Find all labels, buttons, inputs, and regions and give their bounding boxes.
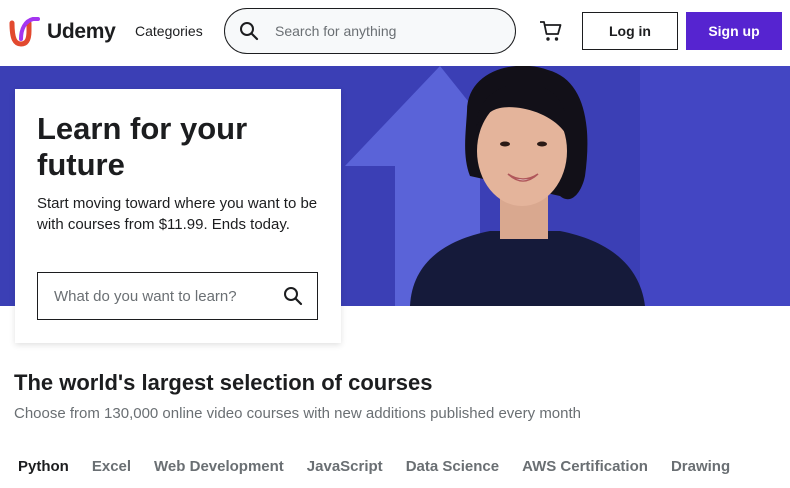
header-search-input[interactable] xyxy=(275,23,495,39)
tab-javascript[interactable]: JavaScript xyxy=(307,458,383,475)
categories-menu[interactable]: Categories xyxy=(135,23,203,39)
login-button[interactable]: Log in xyxy=(582,12,678,50)
cart-icon[interactable] xyxy=(539,19,563,43)
tab-aws-certification[interactable]: AWS Certification xyxy=(522,458,648,475)
section-subtitle: Choose from 130,000 online video courses… xyxy=(14,405,582,422)
search-icon[interactable] xyxy=(239,21,259,41)
signup-button[interactable]: Sign up xyxy=(686,12,782,50)
hero-card: Learn for your future Start moving towar… xyxy=(15,89,341,343)
search-icon[interactable] xyxy=(283,286,303,306)
course-topic-tabs: Python Excel Web Development JavaScript … xyxy=(18,458,730,475)
tab-web-development[interactable]: Web Development xyxy=(154,458,284,475)
tab-data-science[interactable]: Data Science xyxy=(406,458,499,475)
top-nav: Udemy Categories Log in Sign up xyxy=(0,0,790,64)
tab-python[interactable]: Python xyxy=(18,458,69,475)
brand-name: Udemy xyxy=(47,20,116,43)
section-title: The world's largest selection of courses xyxy=(14,370,433,395)
hero-search-input[interactable] xyxy=(54,287,274,305)
udemy-logo-icon xyxy=(9,17,40,47)
hero-search-box[interactable] xyxy=(37,272,318,320)
udemy-logo[interactable]: Udemy xyxy=(7,16,116,48)
tab-excel[interactable]: Excel xyxy=(92,458,131,475)
tab-drawing[interactable]: Drawing xyxy=(671,458,730,475)
hero-subtitle: Start moving toward where you want to be… xyxy=(37,195,318,233)
header-search-bar[interactable] xyxy=(224,8,516,54)
hero-title: Learn for your future xyxy=(37,111,248,182)
